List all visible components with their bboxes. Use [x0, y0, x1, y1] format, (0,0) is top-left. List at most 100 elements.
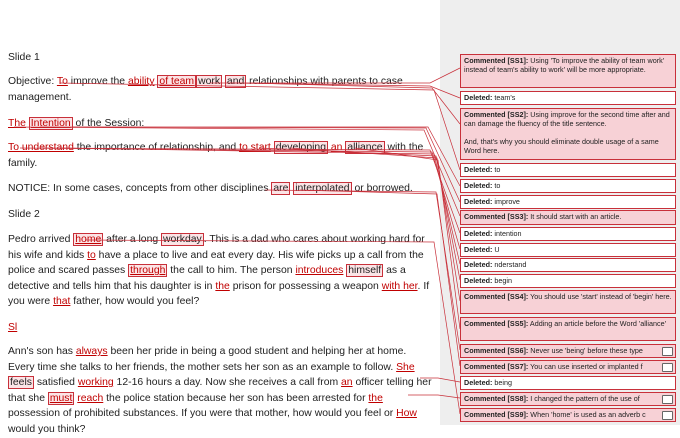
inserted-reach[interactable]: reach: [77, 393, 103, 404]
word-work[interactable]: work: [196, 75, 223, 88]
balloon-label: Commented [SS2]:: [464, 110, 529, 119]
balloon-text: improve: [492, 197, 520, 206]
expand-comment-icon[interactable]: [662, 347, 673, 356]
objective-text-1: improve the: [67, 76, 128, 87]
word-interpolated[interactable]: interpolated: [293, 182, 352, 195]
word-workday[interactable]: workday: [161, 233, 204, 246]
deleted-balloon[interactable]: Deleted: nderstand: [460, 258, 676, 272]
comment-balloon-ss6[interactable]: Commented [SS6]: Never use 'being' befor…: [460, 344, 676, 358]
inserted-the-3[interactable]: the: [368, 393, 382, 404]
comment-balloon-ss8[interactable]: Commented [SS8]: I changed the pattern o…: [460, 392, 676, 406]
notice-paragraph[interactable]: NOTICE: In some cases, concepts from oth…: [8, 181, 432, 197]
ann-text-5: 12-16 hours a day. Now she receives a ca…: [113, 377, 342, 389]
deleted-balloon[interactable]: Deleted: team's: [460, 91, 676, 105]
comment-balloon-ss1[interactable]: Commented [SS1]: Using 'To improve the a…: [460, 54, 676, 88]
inserted-intention[interactable]: Intention: [28, 117, 73, 130]
inserted-the[interactable]: The: [8, 118, 26, 129]
comment-balloon-ss4[interactable]: Commented [SS4]: You should use 'start' …: [460, 290, 676, 314]
inserted-how[interactable]: How: [396, 408, 417, 419]
deleted-balloon[interactable]: Deleted: U: [460, 243, 676, 257]
comment-balloon-ss2[interactable]: Commented [SS2]: Using improve for the s…: [460, 108, 676, 160]
understand-text-1: the importance of relationship, and: [73, 142, 240, 153]
deleted-balloon[interactable]: Deleted: to: [460, 163, 676, 177]
sl-marker[interactable]: Sl: [8, 320, 432, 336]
inserted-an[interactable]: an: [331, 142, 343, 153]
balloon-label: Deleted:: [464, 181, 493, 190]
inserted-introduces[interactable]: introduces: [295, 265, 343, 276]
word-working[interactable]: working: [78, 377, 114, 388]
balloon-label: Deleted:: [464, 378, 493, 387]
comment-balloon-ss3[interactable]: Commented [SS3]: It should start with an…: [460, 210, 676, 225]
inserted-to-understand[interactable]: To understand: [8, 142, 74, 153]
balloon-label: Commented [SS6]:: [464, 346, 529, 355]
balloon-label: Deleted:: [464, 276, 493, 285]
balloon-text: being: [492, 378, 512, 387]
pedro-text-2: after a long: [103, 234, 162, 245]
word-ability[interactable]: ability: [128, 76, 155, 87]
balloon-label: Commented [SS5]:: [464, 319, 529, 328]
balloon-text: team's: [492, 93, 516, 102]
slide2-heading: Slide 2: [8, 209, 40, 220]
pedro-text-5: the call to him. The person: [167, 265, 296, 277]
ann-paragraph[interactable]: Ann's son has always been her pride in b…: [8, 344, 432, 438]
intention-paragraph[interactable]: The Intention of the Session:: [8, 116, 432, 132]
inserted-to-2[interactable]: to: [87, 250, 96, 261]
inserted-always[interactable]: always: [76, 346, 108, 357]
balloon-text: to: [492, 181, 501, 190]
balloon-text: It should start with an article.: [528, 212, 622, 221]
deleted-balloon[interactable]: Deleted: intention: [460, 227, 676, 241]
inserted-must[interactable]: must: [47, 391, 75, 405]
inserted-the-2[interactable]: the: [215, 281, 229, 292]
inserted-through[interactable]: through: [128, 264, 168, 278]
balloon-label: Commented [SS9]:: [464, 410, 529, 419]
word-developing[interactable]: developing: [273, 141, 328, 154]
balloon-label: Commented [SS1]:: [464, 56, 529, 65]
inserted-home[interactable]: home: [73, 233, 104, 246]
word-are[interactable]: are: [271, 182, 291, 195]
expand-comment-icon[interactable]: [662, 395, 673, 404]
deleted-balloon[interactable]: Deleted: being: [460, 376, 676, 390]
expand-comment-icon[interactable]: [662, 363, 673, 372]
deleted-balloon[interactable]: Deleted: begin: [460, 274, 676, 288]
word-feels[interactable]: feels: [8, 376, 34, 390]
slide1-heading: Slide 1: [8, 52, 40, 63]
expand-comment-icon[interactable]: [662, 411, 673, 420]
understand-paragraph[interactable]: To understand the importance of relation…: [8, 140, 432, 171]
balloon-label: Commented [SS3]:: [464, 212, 529, 221]
pedro-paragraph[interactable]: Pedro arrived home after a long workday.…: [8, 232, 432, 310]
balloon-label: Deleted:: [464, 197, 493, 206]
pedro-text-8: prison for possessing a weapon: [229, 280, 382, 292]
inserted-to-start[interactable]: to start: [239, 142, 271, 153]
ann-text-4: satisfied: [33, 377, 78, 389]
comment-balloon-ss7[interactable]: Commented [SS7]: You can use inserted or…: [460, 360, 676, 374]
objective-start: Objective:: [8, 76, 57, 87]
inserted-to[interactable]: To: [57, 76, 68, 87]
balloon-label: Deleted:: [464, 165, 493, 174]
word-and[interactable]: and: [224, 75, 247, 88]
balloon-label: Deleted:: [464, 229, 493, 238]
balloon-text: Adding an article before the Word 'allia…: [528, 319, 666, 328]
balloon-text: to: [492, 165, 501, 174]
inserted-of-team[interactable]: of team: [157, 75, 197, 88]
inserted-she[interactable]: She: [396, 362, 415, 373]
comment-balloon-ss9[interactable]: Commented [SS9]: When 'home' is used as …: [460, 408, 676, 422]
deleted-balloon[interactable]: Deleted: to: [460, 179, 676, 193]
ann-text-9: possession of prohibited substances. If …: [8, 408, 397, 420]
ann-text-8: the police station because her son has b…: [103, 392, 369, 404]
document-page[interactable]: Slide 1 Objective: To improve the abilit…: [0, 0, 440, 435]
notice-end: or borrowed.: [351, 183, 413, 194]
inserted-an-2[interactable]: an: [341, 377, 353, 388]
balloon-label: Commented [SS4]:: [464, 292, 529, 301]
inserted-that[interactable]: that: [53, 296, 70, 307]
word-alliance[interactable]: alliance: [345, 141, 385, 154]
balloon-text: I changed the pattern of the use of: [528, 394, 640, 403]
balloon-text: begin: [492, 276, 512, 285]
balloon-text: Never use 'being' before these type: [528, 346, 643, 355]
balloon-label: Commented [SS7]:: [464, 362, 529, 371]
inserted-with-her[interactable]: with her: [382, 281, 418, 292]
balloon-label: Commented [SS8]:: [464, 394, 529, 403]
objective-paragraph[interactable]: Objective: To improve the ability of tea…: [8, 74, 432, 105]
deleted-balloon[interactable]: Deleted: improve: [460, 195, 676, 209]
word-himself[interactable]: himself: [346, 264, 384, 278]
comment-balloon-ss5[interactable]: Commented [SS5]: Adding an article befor…: [460, 317, 676, 341]
